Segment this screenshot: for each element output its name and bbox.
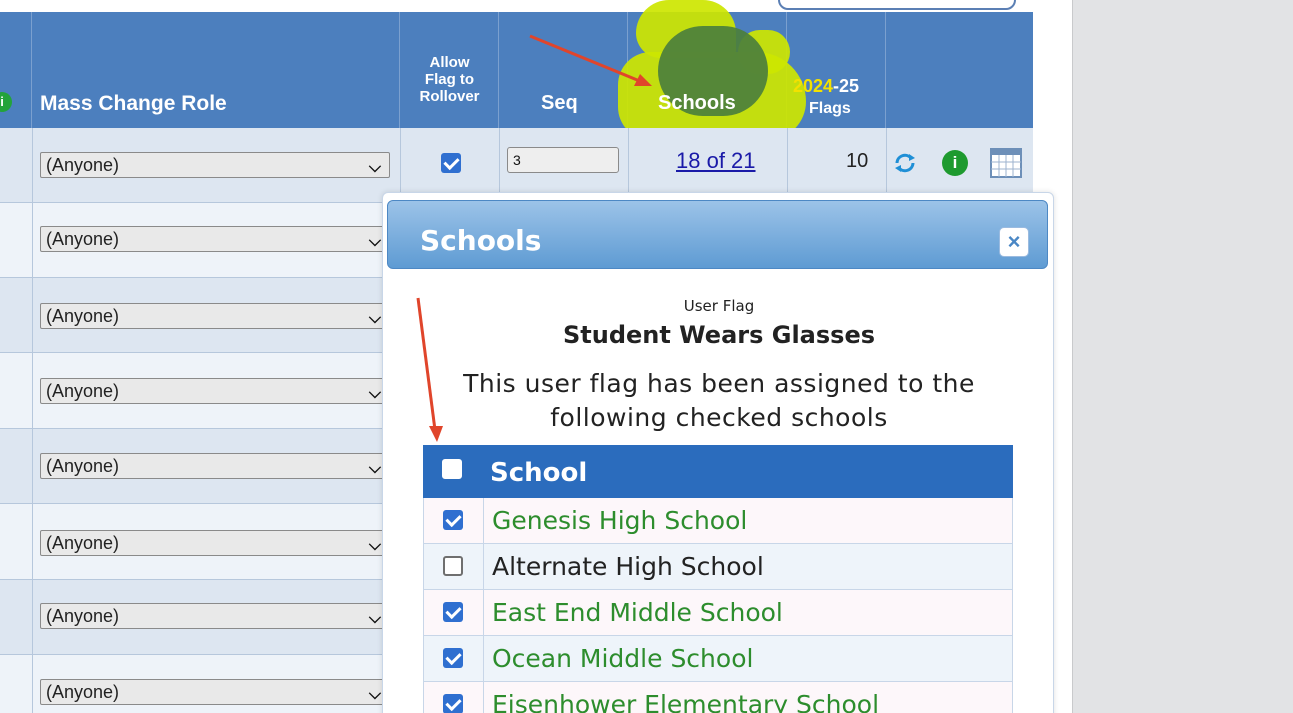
checkbox-checked-icon <box>443 602 463 622</box>
schools-table-header: School <box>423 445 1013 498</box>
header-mass-change-role: Mass Change Role <box>32 12 400 128</box>
school-column-label: School <box>490 458 588 488</box>
role-select[interactable]: (Anyone) ⌵ <box>40 378 390 404</box>
school-checkbox[interactable] <box>443 510 463 535</box>
checkbox-checked-icon <box>443 510 463 530</box>
chevron-down-icon: ⌵ <box>368 610 381 627</box>
right-gutter <box>1072 0 1293 713</box>
schools-count-link[interactable]: 18 of 21 <box>676 148 756 174</box>
close-icon[interactable]: × <box>999 227 1029 257</box>
role-select-value: (Anyone) <box>46 229 120 249</box>
rollover-line-2: Flag to <box>424 71 475 88</box>
school-checkbox[interactable] <box>443 602 463 627</box>
select-all-checkbox[interactable] <box>442 459 462 484</box>
school-name: Alternate High School <box>492 552 764 581</box>
flag-name: Student Wears Glasses <box>562 321 876 349</box>
header-col-lead: i <box>0 12 32 128</box>
refresh-icon[interactable] <box>892 150 918 176</box>
rollover-line-1: Allow <box>429 54 470 71</box>
chevron-down-icon: ⌵ <box>368 537 381 554</box>
header-allow-flag-rollover: Allow Flag to Rollover <box>400 12 499 128</box>
chevron-down-icon: ⌵ <box>368 460 381 477</box>
chevron-down-icon: ⌵ <box>368 686 381 703</box>
role-select-value: (Anyone) <box>46 533 120 553</box>
role-select[interactable]: (Anyone) ⌵ <box>40 303 390 329</box>
rollover-checkbox[interactable] <box>441 153 461 178</box>
top-button[interactable] <box>778 0 1016 10</box>
chevron-down-icon: ⌵ <box>368 159 381 176</box>
role-select[interactable]: (Anyone) ⌵ <box>40 152 390 178</box>
role-select-value: (Anyone) <box>46 381 120 401</box>
checkbox-checked-icon <box>441 153 461 173</box>
role-select-value: (Anyone) <box>46 306 120 326</box>
header-seq: Seq <box>499 12 628 128</box>
description-line-2: following checked schools <box>550 403 888 432</box>
role-select-value: (Anyone) <box>46 456 120 476</box>
main-area: i Mass Change Role Allow Flag to Rollove… <box>0 0 1072 713</box>
role-select[interactable]: (Anyone) ⌵ <box>40 453 390 479</box>
checkbox-checked-icon <box>443 694 463 713</box>
role-select-value: (Anyone) <box>46 606 120 626</box>
role-select-value: (Anyone) <box>46 682 120 702</box>
school-row: Genesis High School <box>423 498 1013 544</box>
school-row: Ocean Middle School <box>423 636 1013 682</box>
dialog-titlebar[interactable]: Schools × <box>387 200 1048 269</box>
schools-label: Schools <box>658 92 736 114</box>
role-select-value: (Anyone) <box>46 155 120 175</box>
mass-change-role-label: Mass Change Role <box>40 92 227 115</box>
description-line-1: This user flag has been assigned to the <box>463 369 975 398</box>
checkbox-empty-icon <box>443 556 463 576</box>
header-actions <box>886 12 1033 128</box>
checkbox-checked-icon <box>443 648 463 668</box>
role-select[interactable]: (Anyone) ⌵ <box>40 530 390 556</box>
school-checkbox[interactable] <box>443 556 463 581</box>
chevron-down-icon: ⌵ <box>368 385 381 402</box>
header-flags: 2024-25 Flags <box>787 12 886 128</box>
calendar-icon[interactable] <box>990 148 1022 178</box>
header-schools: Schools <box>618 0 806 140</box>
rollover-line-3: Rollover <box>419 88 480 105</box>
flags-word-label: Flags <box>809 100 851 117</box>
flags-year-b: -25 <box>833 76 860 96</box>
school-row: East End Middle School <box>423 590 1013 636</box>
role-select[interactable]: (Anyone) ⌵ <box>40 679 390 705</box>
flags-year-a: 2024 <box>793 76 834 96</box>
dialog-title: Schools <box>420 224 542 257</box>
chevron-down-icon: ⌵ <box>368 310 381 327</box>
flags-year-label: 2024-25 <box>793 76 859 97</box>
seq-label: Seq <box>541 92 578 114</box>
school-name: Genesis High School <box>492 506 748 535</box>
flags-count: 10 <box>846 150 869 172</box>
school-checkbox[interactable] <box>443 694 463 713</box>
school-checkbox[interactable] <box>443 648 463 673</box>
allow-flag-rollover-label: Allow Flag to Rollover <box>400 54 499 105</box>
checkbox-empty-icon <box>442 459 462 479</box>
school-row: Alternate High School <box>423 544 1013 590</box>
school-name: Eisenhower Elementary School <box>492 690 880 713</box>
table-header: i Mass Change Role Allow Flag to Rollove… <box>0 0 1033 140</box>
info-icon[interactable]: i <box>942 150 968 176</box>
caption-small: User Flag <box>683 297 755 315</box>
school-name: East End Middle School <box>492 598 783 627</box>
role-select[interactable]: (Anyone) ⌵ <box>40 603 390 629</box>
school-row: Eisenhower Elementary School <box>423 682 1013 713</box>
schools-dialog: Schools × User Flag Student Wears Glasse… <box>382 192 1054 713</box>
chevron-down-icon: ⌵ <box>368 233 381 250</box>
role-select[interactable]: (Anyone) ⌵ <box>40 226 390 252</box>
seq-input[interactable]: 3 <box>507 147 619 173</box>
info-icon[interactable]: i <box>0 92 12 112</box>
school-name: Ocean Middle School <box>492 644 754 673</box>
